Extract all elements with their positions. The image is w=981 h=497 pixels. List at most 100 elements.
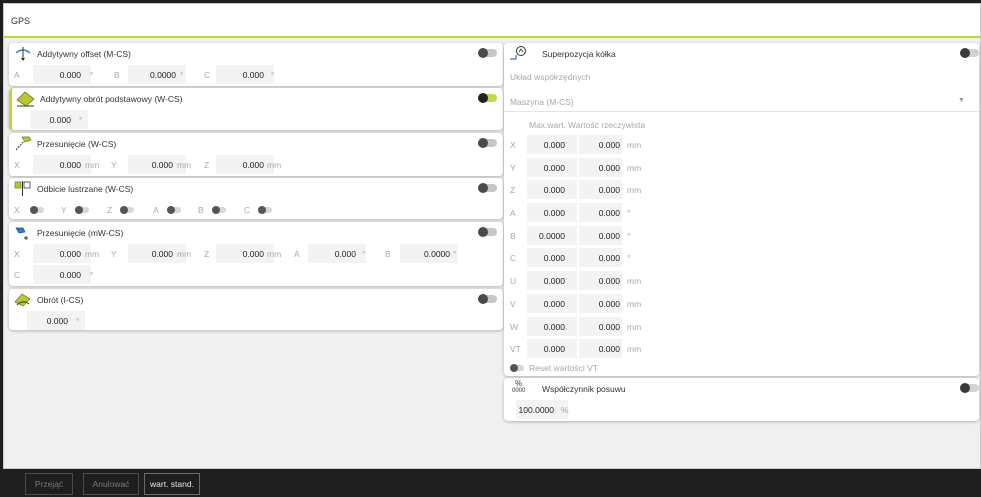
- label-z: Z: [204, 249, 210, 259]
- accept-button[interactable]: Przejąć: [25, 473, 73, 495]
- panel-header: Przesunięcie (mW-CS): [9, 222, 503, 243]
- cancel-button[interactable]: Anulować: [83, 473, 139, 495]
- label-x: X: [14, 160, 20, 170]
- panel-title: Addytywny offset (M-CS): [37, 49, 131, 59]
- value-c: 0.000: [59, 270, 81, 280]
- actual-value: 0.000: [598, 344, 620, 355]
- reset-vt-row: Reset wartości VT: [504, 361, 979, 376]
- value-y: 0.000: [151, 249, 173, 259]
- panel-additive-offset: Addytywny offset (M-CS) A 0.000 ° B 0.00…: [9, 43, 503, 86]
- unit-rotation-ics: °: [76, 316, 80, 326]
- handwheel-toggle[interactable]: [960, 48, 979, 58]
- title-bar: GPS: [4, 4, 980, 38]
- mirror-label-b: B: [198, 205, 204, 215]
- actual-value: 0.000: [598, 321, 620, 332]
- label-x: X: [14, 249, 20, 259]
- handwheel-row: Y 0.000 0.000 mm: [504, 157, 979, 180]
- unit: °: [627, 208, 631, 219]
- handwheel-icon: [510, 46, 526, 60]
- handwheel-rows: X 0.000 0.000 mm Y 0.000 0.000 mm Z 0.000 0.000 mm A…: [504, 134, 979, 361]
- unit: mm: [627, 344, 642, 355]
- chevron-down-icon: ▼: [958, 97, 965, 104]
- unit-b: °: [453, 249, 457, 259]
- max-value: 0.000: [543, 162, 565, 173]
- rotation-ics-toggle[interactable]: [478, 294, 497, 304]
- unit: mm: [627, 185, 642, 196]
- shift-mwcs-row-1: X 0.000 mm Y 0.000 mm Z 0.000 mm A 0.000…: [9, 243, 503, 264]
- coord-system-select[interactable]: Maszyna (M-CS) ▼: [504, 91, 979, 112]
- axis-label: V: [510, 298, 516, 309]
- additive-rotation-toggle[interactable]: [478, 93, 497, 103]
- shift-mwcs-toggle[interactable]: [478, 227, 497, 237]
- label-b: B: [385, 249, 391, 259]
- mirror-z-toggle[interactable]: [120, 206, 134, 214]
- unit-feed: %: [561, 405, 569, 415]
- panel-title: Superpozycja kółka: [542, 49, 616, 59]
- mirror-y-toggle[interactable]: [75, 206, 89, 214]
- handwheel-row: C 0.000 0.000 °: [504, 247, 979, 270]
- value-x: 0.000: [59, 249, 81, 259]
- shift-wcs-toggle[interactable]: [478, 138, 497, 148]
- feed-icon-top: %: [515, 379, 523, 388]
- actual-value: 0.000: [598, 185, 620, 196]
- unit-x: mm: [85, 249, 100, 259]
- shift-mwcs-icon: [15, 227, 28, 240]
- value-c: 0.000: [242, 70, 264, 80]
- axis-label: B: [510, 230, 516, 241]
- panel-header: Superpozycja kółka: [504, 43, 979, 64]
- handwheel-row: Z 0.000 0.000 mm: [504, 179, 979, 202]
- mirror-x-toggle[interactable]: [30, 206, 44, 214]
- mirror-toggle[interactable]: [478, 183, 497, 193]
- unit-z: mm: [267, 160, 282, 170]
- shift-values-row: X 0.000 mm Y 0.000 mm Z 0.000 mm: [9, 154, 503, 175]
- max-value: 0.000: [543, 344, 565, 355]
- offset-values-row: A 0.000 ° B 0.0000 ° C 0.000 °: [9, 64, 503, 85]
- unit-c: °: [271, 70, 275, 80]
- col-actual: Wartość rzeczywista: [568, 120, 646, 130]
- panel-header: % 0000 Współczynnik posuwu: [504, 378, 979, 399]
- label-a: A: [294, 249, 300, 259]
- value-z: 0.000: [242, 160, 264, 170]
- label-z: Z: [204, 160, 210, 170]
- unit: °: [627, 230, 631, 241]
- mirror-label-y: Y: [61, 205, 67, 215]
- unit-a: °: [362, 249, 366, 259]
- rotation-ics-row: 0.000 °: [9, 310, 503, 330]
- coord-system-label: Układ współrzędnych: [510, 72, 591, 82]
- gps-window: GPS Addytywny offset (M-CS) A 0.000 ° B …: [3, 3, 981, 469]
- shift-mwcs-row-2: C 0.000 °: [9, 264, 503, 285]
- panel-title: Addytywny obrót podstawowy (W-CS): [40, 94, 183, 104]
- value-z: 0.000: [242, 249, 264, 259]
- additive-offset-toggle[interactable]: [478, 48, 497, 58]
- mirror-icon: [14, 181, 31, 196]
- unit-b: °: [180, 70, 184, 80]
- mirror-b-toggle[interactable]: [212, 206, 226, 214]
- panel-title: Współczynnik posuwu: [542, 384, 626, 394]
- handwheel-row: U 0.000 0.000 mm: [504, 270, 979, 293]
- mirror-label-a: A: [153, 205, 159, 215]
- mirror-label-c: C: [244, 205, 251, 215]
- mirror-c-toggle[interactable]: [258, 206, 272, 214]
- shift-icon: [15, 136, 32, 151]
- unit-rotation: °: [79, 115, 83, 125]
- max-value: 0.000: [543, 140, 565, 150]
- coord-system-value: Maszyna (M-CS): [510, 97, 574, 107]
- mirror-a-toggle[interactable]: [167, 206, 181, 214]
- max-value: 0.000: [543, 253, 565, 264]
- mirror-label-x: X: [14, 205, 20, 215]
- default-values-button[interactable]: wart. stand.: [144, 473, 200, 495]
- label-y: Y: [111, 160, 117, 170]
- value-a: 0.000: [334, 249, 356, 259]
- axis-label: Z: [510, 185, 516, 196]
- actual-value: 0.000: [598, 298, 620, 309]
- reset-vt-toggle[interactable]: [510, 364, 524, 372]
- handwheel-row: VT 0.000 0.000 mm: [504, 338, 979, 361]
- label-b: B: [114, 70, 120, 80]
- panel-mirror: Odbicie lustrzane (W-CS) X Y Z A B C: [9, 178, 503, 219]
- panel-title: Przesunięcie (mW-CS): [37, 228, 124, 238]
- unit: mm: [627, 140, 642, 150]
- unit-y: mm: [177, 249, 192, 259]
- axis-label: C: [510, 253, 517, 264]
- handwheel-row: V 0.000 0.000 mm: [504, 293, 979, 316]
- feed-factor-toggle[interactable]: [960, 383, 979, 393]
